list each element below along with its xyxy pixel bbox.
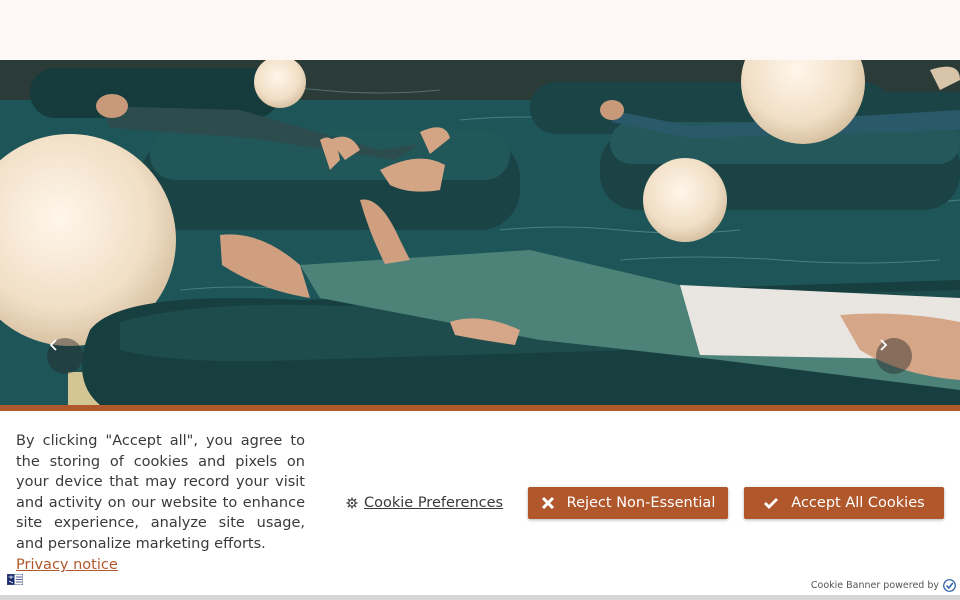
cookie-banner: By clicking "Accept all", you agree to t…	[0, 411, 960, 595]
reject-button-label: Reject Non-Essential	[566, 495, 716, 511]
gear-icon	[346, 497, 358, 509]
cookie-message: By clicking "Accept all", you agree to t…	[16, 431, 305, 576]
accept-all-cookies-button[interactable]: Accept All Cookies	[744, 487, 944, 519]
privacy-notice-link[interactable]: Privacy notice	[16, 555, 118, 576]
carousel-prev-button[interactable]	[47, 338, 83, 374]
chevron-right-icon	[880, 339, 888, 351]
shield-check-icon[interactable]	[943, 579, 956, 592]
chevron-left-icon	[49, 339, 57, 351]
cookie-preferences-link[interactable]: Cookie Preferences	[346, 495, 503, 511]
check-icon	[764, 498, 779, 509]
powered-by: Cookie Banner powered by	[811, 579, 956, 592]
page-bottom-strip	[0, 595, 960, 600]
hero-carousel	[0, 60, 960, 405]
hero-image	[0, 60, 960, 405]
cookie-message-text: By clicking "Accept all", you agree to t…	[16, 433, 305, 552]
site-header	[0, 0, 960, 60]
accept-button-label: Accept All Cookies	[791, 495, 925, 511]
close-icon	[541, 496, 554, 510]
powered-by-text: Cookie Banner powered by	[810, 580, 939, 591]
language-icon[interactable]	[7, 574, 23, 585]
carousel-next-button[interactable]	[876, 338, 912, 374]
cookie-preferences-label: Cookie Preferences	[364, 495, 504, 511]
reject-non-essential-button[interactable]: Reject Non-Essential	[528, 487, 728, 519]
